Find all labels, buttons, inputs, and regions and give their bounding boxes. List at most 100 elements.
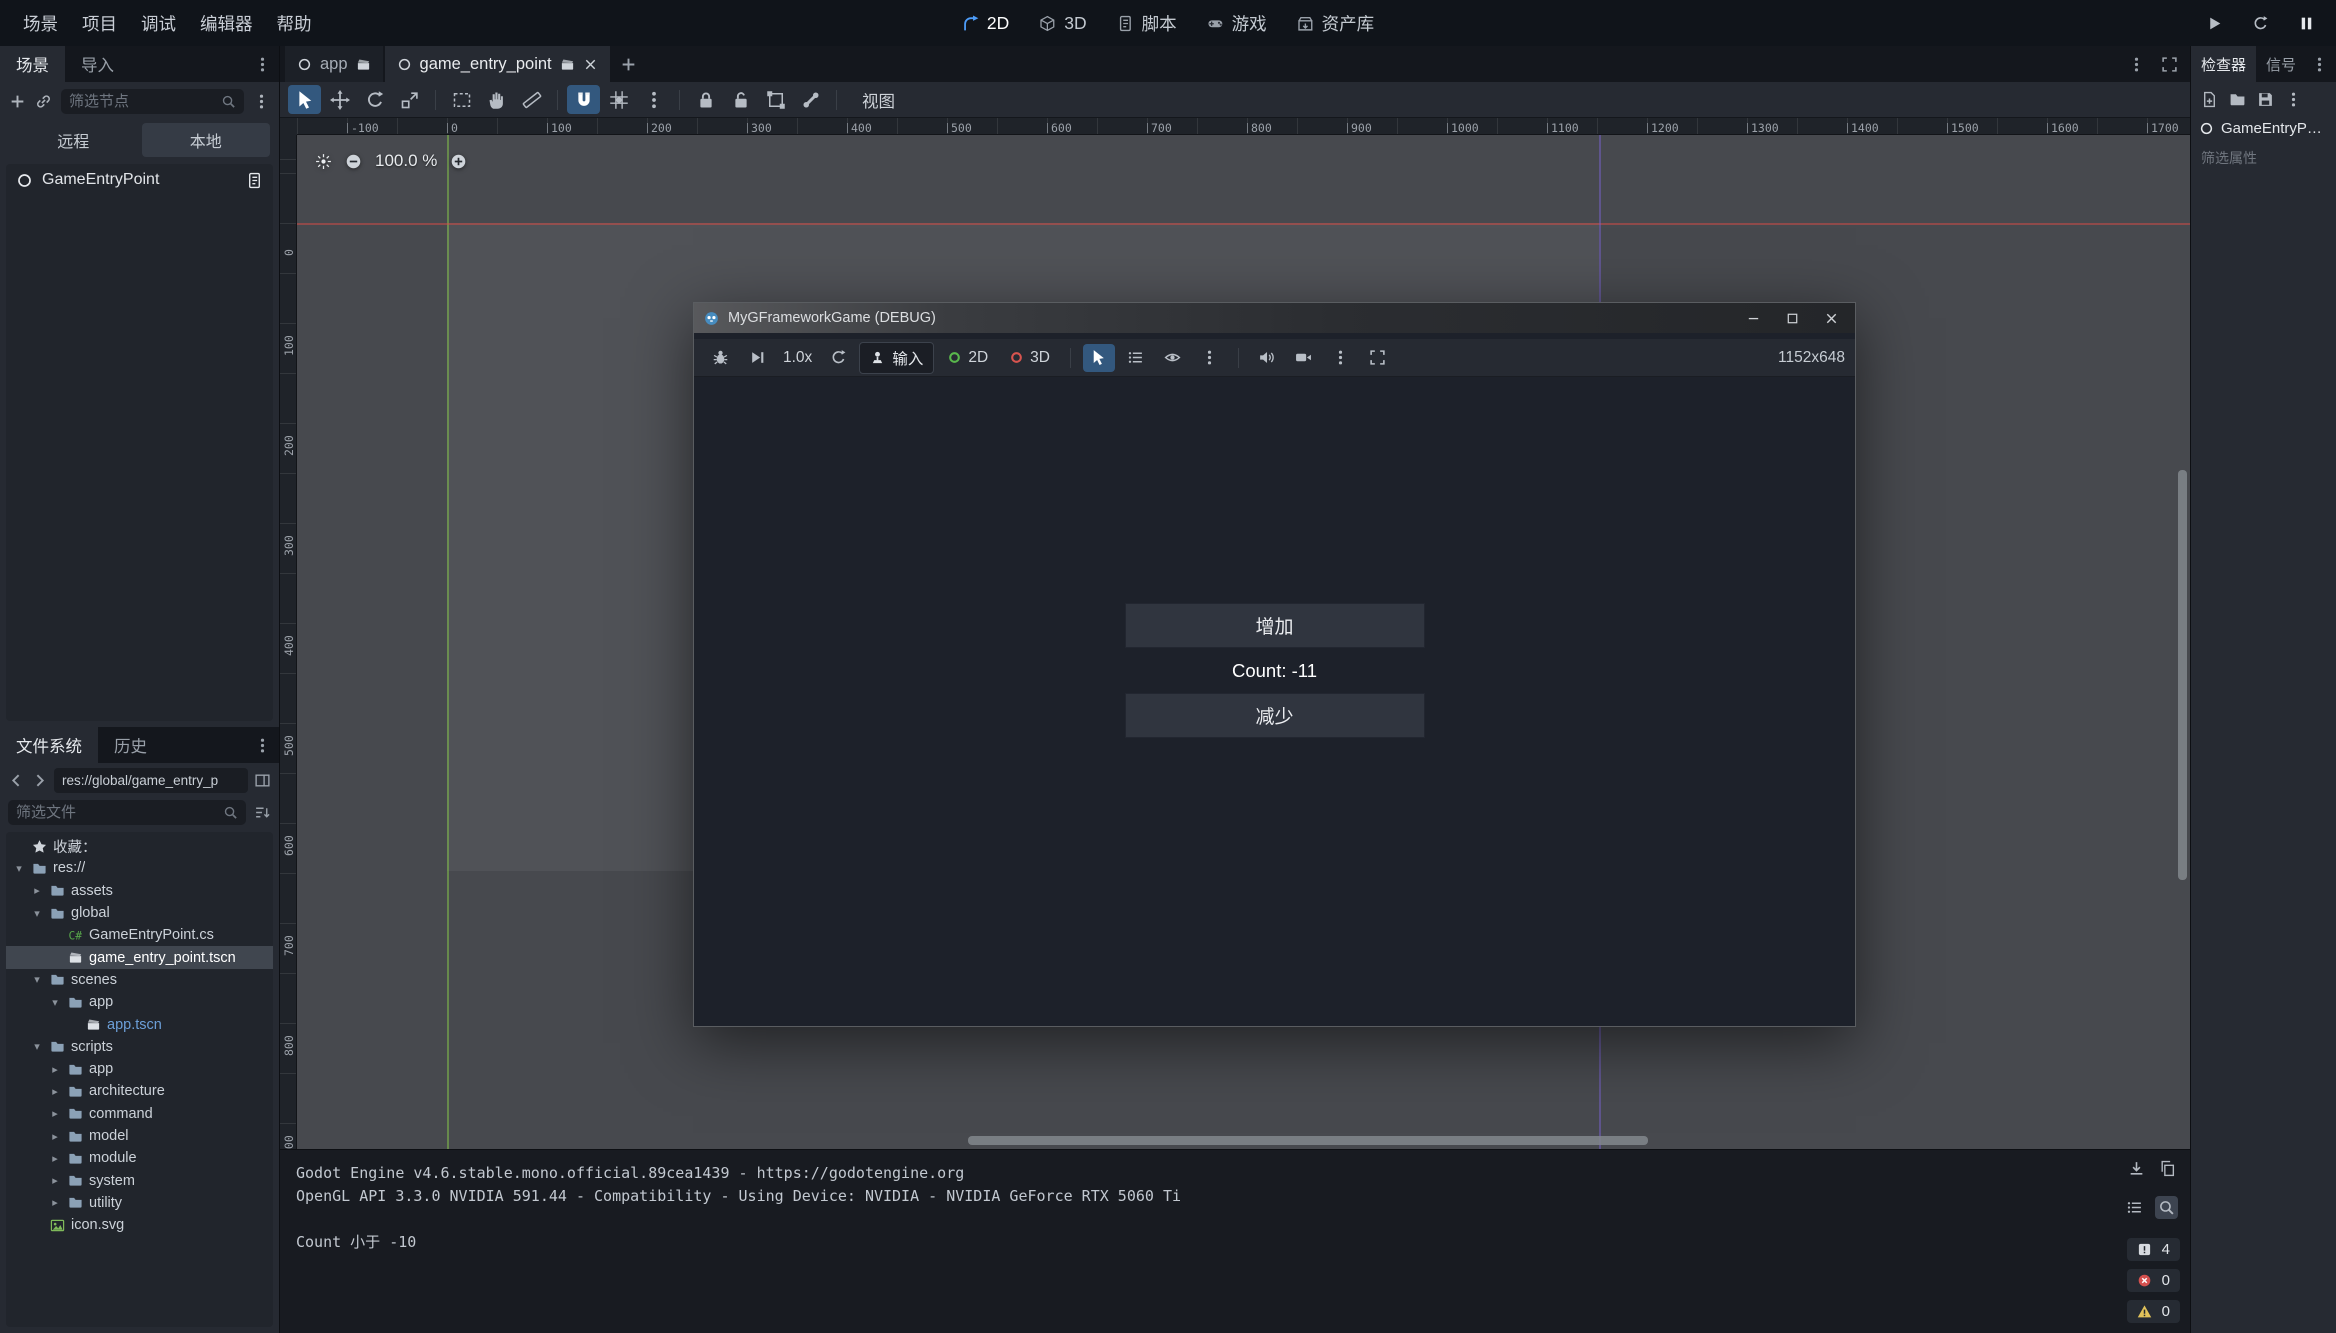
file-item-module[interactable]: ▸module: [6, 1147, 273, 1169]
distraction-free-icon[interactable]: [2161, 56, 2178, 73]
sort-files-icon[interactable]: [254, 804, 271, 821]
file-item-res-root[interactable]: ▾res://: [6, 857, 273, 879]
errors-count-badge[interactable]: 0: [2127, 1269, 2180, 1292]
menu-scene[interactable]: 场景: [12, 6, 69, 41]
scene-tree-menu-icon[interactable]: [253, 93, 270, 110]
close-icon[interactable]: [1824, 311, 1839, 326]
file-item-assets[interactable]: ▸assets: [6, 880, 273, 902]
unlock-tool-button[interactable]: [724, 85, 757, 114]
file-item-utility[interactable]: ▸utility: [6, 1192, 273, 1214]
scene-tab-game-entry-point[interactable]: game_entry_point: [385, 46, 610, 82]
menu-debug[interactable]: 调试: [130, 6, 187, 41]
move-tool-button[interactable]: [323, 85, 356, 114]
new-resource-icon[interactable]: [2201, 91, 2218, 108]
lock-tool-button[interactable]: [689, 85, 722, 114]
pause-button[interactable]: [2292, 9, 2320, 37]
remote-button[interactable]: 远程: [9, 123, 138, 157]
pan-tool-button[interactable]: [480, 85, 513, 114]
zoom-level[interactable]: 100.0 %: [375, 151, 437, 171]
split-mode-icon[interactable]: [254, 772, 271, 789]
speed-label[interactable]: 1.0x: [778, 349, 817, 367]
view-menu[interactable]: 视图: [850, 84, 907, 116]
warnings-count-badge[interactable]: 0: [2127, 1300, 2180, 1323]
game-window-titlebar[interactable]: MyGFrameworkGame (DEBUG): [694, 303, 1855, 333]
workspace-tab-assetlib[interactable]: 资产库: [1286, 7, 1386, 40]
box-select-tool-button[interactable]: [445, 85, 478, 114]
inspector-dock-tab-inspector[interactable]: 检查器: [2191, 46, 2256, 82]
camera-3d-button[interactable]: 3D: [1001, 349, 1058, 367]
zoom-out-icon[interactable]: [345, 153, 362, 170]
workspace-tab-3d[interactable]: 3D: [1028, 9, 1097, 38]
selection-list-button[interactable]: [1120, 344, 1152, 372]
close-tab-button[interactable]: [583, 57, 598, 72]
file-item-architecture[interactable]: ▸architecture: [6, 1080, 273, 1102]
camera-2d-button[interactable]: 2D: [939, 349, 996, 367]
local-button[interactable]: 本地: [142, 123, 271, 157]
workspace-tab-script[interactable]: 脚本: [1106, 7, 1188, 40]
select-tool-button[interactable]: [288, 85, 321, 114]
file-item-model[interactable]: ▸model: [6, 1125, 273, 1147]
filesystem-dock-tab-filesystem[interactable]: 文件系统: [0, 727, 98, 763]
center-view-icon[interactable]: [315, 153, 332, 170]
more-options-button[interactable]: [1325, 344, 1357, 372]
workspace-tab-game[interactable]: 游戏: [1196, 7, 1278, 40]
script-icon[interactable]: [246, 172, 263, 189]
reset-speed-button[interactable]: [822, 344, 854, 372]
decrease-button[interactable]: 减少: [1125, 693, 1425, 738]
group-tool-button[interactable]: [759, 85, 792, 114]
filesystem-dock-tab-history[interactable]: 历史: [98, 727, 163, 763]
file-item-gameentrypoint-cs[interactable]: GameEntryPoint.cs: [6, 924, 273, 946]
skeleton-tool-button[interactable]: [794, 85, 827, 114]
measure-tool-button[interactable]: [515, 85, 548, 114]
input-mode-button[interactable]: 输入: [859, 342, 934, 374]
grid-snap-tool-button[interactable]: [602, 85, 635, 114]
snap-options-tool-button[interactable]: [637, 85, 670, 114]
selection-options-button[interactable]: [1194, 344, 1226, 372]
inspector-options-icon[interactable]: [2285, 91, 2302, 108]
vertical-scrollbar[interactable]: [2178, 470, 2187, 880]
workspace-tab-2d[interactable]: 2D: [951, 9, 1020, 38]
history-forward-icon[interactable]: [31, 772, 48, 789]
file-item-global[interactable]: ▾global: [6, 902, 273, 924]
add-node-icon[interactable]: [9, 93, 26, 110]
rotate-tool-button[interactable]: [358, 85, 391, 114]
scene-tree-node-root[interactable]: GameEntryPoint: [6, 164, 273, 196]
embed-fullscreen-button[interactable]: [1362, 344, 1394, 372]
file-item-system[interactable]: ▸system: [6, 1169, 273, 1191]
filesystem-dock-menu-icon[interactable]: [254, 737, 271, 754]
next-frame-button[interactable]: [741, 344, 773, 372]
camera-override-button[interactable]: [1288, 344, 1320, 372]
horizontal-ruler[interactable]: -100010020030040050060070080090010001100…: [296, 118, 2190, 135]
restart-button[interactable]: [2246, 9, 2274, 37]
audio-mute-button[interactable]: [1251, 344, 1283, 372]
increase-button[interactable]: 增加: [1125, 603, 1425, 648]
filter-nodes-input[interactable]: [69, 93, 215, 110]
scene-tabs-menu-icon[interactable]: [2128, 56, 2145, 73]
zoom-in-icon[interactable]: [450, 153, 467, 170]
play-button[interactable]: [2200, 9, 2228, 37]
file-item-command[interactable]: ▸command: [6, 1103, 273, 1125]
file-item-game-entry-point-tscn[interactable]: game_entry_point.tscn: [6, 946, 273, 968]
scene-tab-app[interactable]: app: [285, 46, 383, 82]
menu-project[interactable]: 项目: [71, 6, 128, 41]
messages-count-badge[interactable]: 4: [2127, 1238, 2180, 1261]
debugger-button[interactable]: [704, 344, 736, 372]
file-item-app-tscn[interactable]: app.tscn: [6, 1013, 273, 1035]
history-back-icon[interactable]: [8, 772, 25, 789]
copy-output-icon[interactable]: [2159, 1160, 2176, 1177]
file-item-favorites[interactable]: 收藏：: [6, 835, 273, 857]
search-output-button[interactable]: [2155, 1196, 2178, 1219]
inspector-dock-menu-icon[interactable]: [2311, 56, 2328, 73]
scene-dock-tab-scene[interactable]: 场景: [0, 46, 65, 82]
inspected-node-row[interactable]: GameEntryPoint: [2191, 117, 2336, 140]
file-item-icon-svg[interactable]: icon.svg: [6, 1214, 273, 1236]
new-scene-tab-icon[interactable]: [620, 56, 637, 73]
visibility-button[interactable]: [1157, 344, 1189, 372]
file-item-scenes-app[interactable]: ▾app: [6, 991, 273, 1013]
save-output-icon[interactable]: [2128, 1160, 2145, 1177]
load-resource-icon[interactable]: [2229, 91, 2246, 108]
minimize-icon[interactable]: [1746, 311, 1761, 326]
save-resource-icon[interactable]: [2257, 91, 2274, 108]
menu-editor[interactable]: 编辑器: [189, 6, 264, 41]
filter-properties-label[interactable]: 筛选属性: [2201, 148, 2326, 168]
